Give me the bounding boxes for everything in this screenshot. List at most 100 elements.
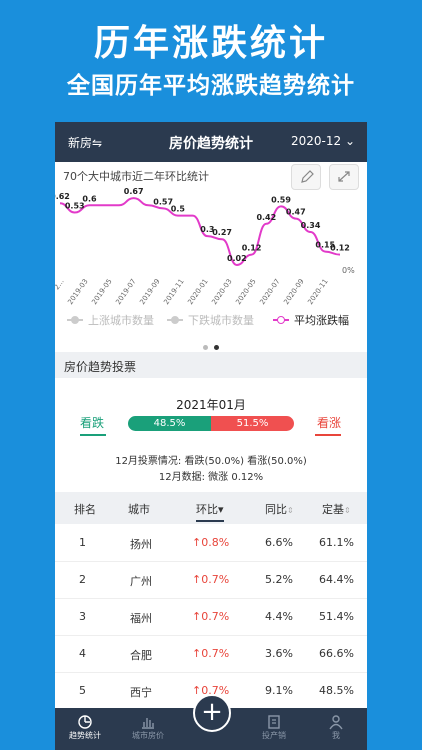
vote-down-underline <box>80 434 106 436</box>
user-icon <box>329 715 343 730</box>
top-bar: 新房⇋ 房价趋势统计 2020-12 ⌄ <box>55 122 367 162</box>
legend-avg-label: 平均涨跌幅 <box>294 314 349 327</box>
tab-bar: 趋势统计 城市房价 + 投产销 我 <box>55 694 367 750</box>
date-selector[interactable]: 2020-12 ⌄ <box>291 134 355 148</box>
cell-city: 合肥 <box>130 649 152 662</box>
col-yoy-sort[interactable]: 同比⇕ <box>265 501 294 517</box>
chart-card: 70个大中城市近二年环比统计 0%0.620.530.60.670.570.50… <box>55 162 367 332</box>
cell-base: 66.6% <box>319 647 354 660</box>
x-tick-label: 2019-07 <box>114 278 137 307</box>
table-header: 排名 城市 环比▾ 同比⇕ 定基⇕ <box>55 492 367 524</box>
col-base-sort[interactable]: 定基⇕ <box>322 501 351 517</box>
cell-city: 广州 <box>130 575 152 588</box>
vote-up-underline <box>315 434 341 436</box>
x-tick-label: 2019-03 <box>66 278 89 307</box>
col-base-label: 定基 <box>322 503 344 516</box>
data-label: 0.12 <box>242 244 262 253</box>
data-label: 0.62 <box>55 192 70 201</box>
vote-date: 2021年01月 <box>176 398 246 412</box>
col-rank: 排名 <box>74 503 96 516</box>
data-label: 0.67 <box>124 187 144 196</box>
table-row[interactable]: 4 合肥 ↑0.7% 3.6% 66.6% <box>55 636 367 673</box>
x-tick-label: 2... <box>55 278 66 292</box>
cell-rank: 3 <box>79 610 86 623</box>
x-tick-label: 2020-05 <box>234 278 257 307</box>
data-label: 0.47 <box>286 208 306 217</box>
x-tick-label: 2019-09 <box>138 278 161 307</box>
sort-icon: ⇕ <box>287 506 294 515</box>
bar-chart-icon <box>142 718 154 729</box>
page-dot[interactable] <box>203 345 208 350</box>
data-label: 0.34 <box>301 221 321 230</box>
cell-city: 福州 <box>130 612 152 625</box>
cell-city: 西宁 <box>130 686 152 699</box>
data-label: 0.02 <box>227 254 247 263</box>
legend-avg-change[interactable]: 平均涨跌幅 <box>273 312 349 328</box>
cell-yoy: 6.6% <box>265 536 293 549</box>
tab-city-prices[interactable]: 城市房价 <box>123 718 173 741</box>
cell-base: 48.5% <box>319 684 354 697</box>
x-tick-label: 2020-11 <box>306 278 329 307</box>
add-button[interactable]: + <box>193 694 231 732</box>
col-yoy-label: 同比 <box>265 503 287 516</box>
cell-yoy: 4.4% <box>265 610 293 623</box>
pie-chart-icon <box>78 715 92 729</box>
tab-city-prices-label: 城市房价 <box>132 731 164 740</box>
data-label: 0.59 <box>271 195 291 204</box>
legend-up-cities[interactable]: 上涨城市数量 <box>67 312 154 328</box>
x-tick-label: 2020-09 <box>282 278 305 307</box>
cell-rank: 5 <box>79 684 86 697</box>
vote-bar: 48.5% 51.5% <box>128 416 294 431</box>
phone-screen: 新房⇋ 房价趋势统计 2020-12 ⌄ 70个大中城市近二年环比统计 0% 0.… <box>55 122 367 750</box>
tab-profile-label: 我 <box>332 731 340 740</box>
table-row[interactable]: 1 扬州 ↑0.8% 6.6% 61.1% <box>55 525 367 562</box>
hero-title: 历年涨跌统计 <box>93 23 328 64</box>
table-row[interactable]: 3 福州 ↑0.7% 4.4% 51.4% <box>55 599 367 636</box>
vote-last-month: 12月投票情况: 看跌(50.0%) 看涨(50.0%) <box>115 456 307 467</box>
col-mom-sort[interactable]: 环比▾ <box>196 501 224 522</box>
tab-investment[interactable]: 投产销 <box>249 715 299 741</box>
cell-base: 64.4% <box>319 573 354 586</box>
document-icon <box>268 715 280 729</box>
legend-up-label: 上涨城市数量 <box>88 314 154 327</box>
tab-trend-stats-label: 趋势统计 <box>69 731 101 740</box>
x-tick-label: 2019-11 <box>162 278 185 307</box>
cell-base: 51.4% <box>319 610 354 623</box>
tab-profile[interactable]: 我 <box>311 715 361 741</box>
vote-up-button[interactable]: 看涨 <box>317 414 341 431</box>
data-label: 0.12 <box>330 244 350 253</box>
x-tick-label: 2019-05 <box>90 278 113 307</box>
chart-legend: 上涨城市数量 下跌城市数量 平均涨跌幅 <box>55 312 367 332</box>
expand-icon <box>338 171 350 182</box>
x-tick-label: 2020-01 <box>186 278 209 307</box>
cell-rank: 2 <box>79 573 86 586</box>
data-label: 0.6 <box>82 194 97 203</box>
cell-rank: 1 <box>79 536 86 549</box>
sort-icon: ⇕ <box>344 506 351 515</box>
cell-rank: 4 <box>79 647 86 660</box>
page-dot-active[interactable] <box>214 345 219 350</box>
plus-icon: + <box>201 697 223 727</box>
legend-down-label: 下跌城市数量 <box>188 314 254 327</box>
vote-down-button[interactable]: 看跌 <box>80 414 104 431</box>
cell-mom: ↑0.8% <box>192 536 230 549</box>
legend-down-cities[interactable]: 下跌城市数量 <box>167 312 254 328</box>
data-label: 0.27 <box>212 228 232 237</box>
y-tick-label: 0% <box>342 266 355 275</box>
cell-mom: ↑0.7% <box>192 647 230 660</box>
cell-base: 61.1% <box>319 536 354 549</box>
vote-section-title: 房价趋势投票 <box>64 360 137 374</box>
data-label: 0.5 <box>171 205 186 214</box>
cell-mom: ↑0.7% <box>192 573 230 586</box>
vote-section-header: 房价趋势投票 <box>55 352 367 378</box>
tab-trend-stats[interactable]: 趋势统计 <box>60 715 110 741</box>
vote-up-pct: 51.5% <box>211 416 294 431</box>
tab-investment-label: 投产销 <box>262 731 286 740</box>
chart-title: 70个大中城市近二年环比统计 <box>63 170 209 183</box>
vote-down-pct: 48.5% <box>128 416 211 431</box>
pencil-icon <box>301 170 314 183</box>
cell-yoy: 9.1% <box>265 684 293 697</box>
x-tick-label: 2020-07 <box>258 278 281 307</box>
table-row[interactable]: 2 广州 ↑0.7% 5.2% 64.4% <box>55 562 367 599</box>
cell-mom: ↑0.7% <box>192 610 230 623</box>
